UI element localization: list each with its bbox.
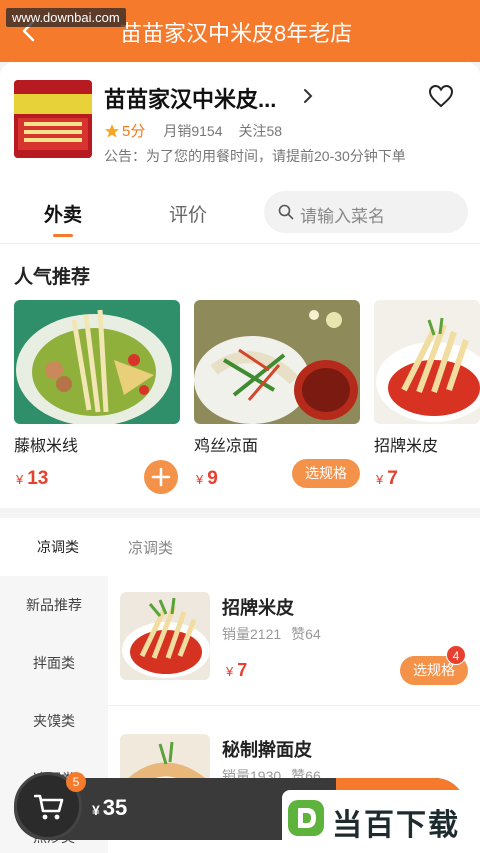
plus-icon — [151, 467, 171, 487]
shop-rating: 5分 — [122, 123, 146, 140]
add-to-cart-button[interactable] — [144, 460, 178, 494]
shop-info-card: 苗苗家汉中米皮... 5分 月销9154 关注58 公告：为了您的用餐时间，请提… — [0, 62, 480, 180]
dish-stats: 销量2121 赞64 — [222, 626, 321, 642]
sidebar-item-buns[interactable]: 夹馍类 — [0, 692, 108, 750]
tab-active-indicator — [53, 234, 73, 237]
brand-logo — [288, 800, 324, 836]
dish-name: 招牌米皮 — [374, 438, 439, 455]
search-icon — [278, 204, 294, 220]
brand-text: 当百下载 — [332, 809, 460, 842]
cart-total: ¥35 — [92, 795, 128, 820]
brand-logo-overlay: 当百下载 — [282, 790, 480, 850]
popular-item[interactable]: 鸡丝凉面 ¥9 选规格 — [194, 300, 360, 500]
shop-name[interactable]: 苗苗家汉中米皮... — [104, 82, 276, 114]
sidebar-item-new[interactable]: 新品推荐 — [0, 576, 108, 634]
dish-price: ¥13 — [16, 468, 49, 489]
sidebar-item-noodles[interactable]: 拌面类 — [0, 634, 108, 692]
dish-name: 藤椒米线 — [14, 438, 79, 455]
menu-category-tabs: 凉调类 凉调类 — [0, 518, 480, 576]
star-icon — [105, 123, 119, 137]
popular-item[interactable]: 藤椒米线 ¥13 — [14, 300, 180, 500]
dish-name: 秘制擀面皮 — [222, 740, 312, 760]
menu-tab-active[interactable]: 凉调类 — [37, 537, 79, 557]
dish-photo — [14, 300, 180, 424]
tab-takeout[interactable]: 外卖 — [44, 200, 82, 227]
dish-name: 鸡丝凉面 — [194, 438, 259, 455]
dish-search-input[interactable]: 请输入菜名 — [264, 191, 468, 233]
monthly-sales: 月销9154 — [163, 122, 223, 139]
watermark: www.downbai.com — [6, 8, 126, 27]
popular-section: 人气推荐 藤椒米线 ¥13 鸡丝凉面 ¥ 9 选规格 招牌米皮 ¥ 7 — [0, 244, 480, 508]
shop-thumbnail[interactable] — [14, 80, 92, 158]
dish-price: ¥9 — [196, 468, 218, 489]
quantity-badge: 4 — [446, 645, 466, 665]
chevron-right-icon[interactable] — [301, 88, 315, 104]
search-placeholder: 请输入菜名 — [300, 207, 385, 226]
menu-tab[interactable]: 凉调类 — [128, 537, 173, 558]
shop-stats: 5分 月销9154 关注58 — [104, 120, 298, 141]
header-bar: 苗苗家汉中米皮8年老店 www.downbai.com — [0, 0, 480, 62]
dish-price: ¥7 — [226, 660, 248, 680]
dish-price: ¥7 — [376, 468, 398, 489]
cart-count-badge: 5 — [66, 772, 86, 792]
favorite-heart-icon[interactable] — [428, 84, 454, 108]
dish-photo — [374, 300, 480, 424]
dish-photo — [194, 300, 360, 424]
section-title: 人气推荐 — [14, 267, 91, 288]
dish-name: 招牌米皮 — [222, 598, 294, 618]
dish-row[interactable]: 招牌米皮 销量2121 赞64 ¥7 选规格 4 — [108, 576, 480, 706]
tab-reviews[interactable]: 评价 — [169, 200, 207, 227]
followers-count: 关注58 — [238, 122, 283, 139]
popular-item[interactable]: 招牌米皮 ¥7 — [374, 300, 480, 500]
select-spec-button[interactable]: 选规格 — [292, 459, 360, 488]
shop-notice: 公告：为了您的用餐时间，请提前20-30分钟下单 — [104, 148, 406, 164]
dish-photo — [120, 592, 210, 680]
page-title: 苗苗家汉中米皮8年老店 — [120, 21, 353, 46]
shop-tabs: 外卖 评价 请输入菜名 — [0, 180, 480, 244]
shopping-cart-icon — [34, 794, 64, 820]
